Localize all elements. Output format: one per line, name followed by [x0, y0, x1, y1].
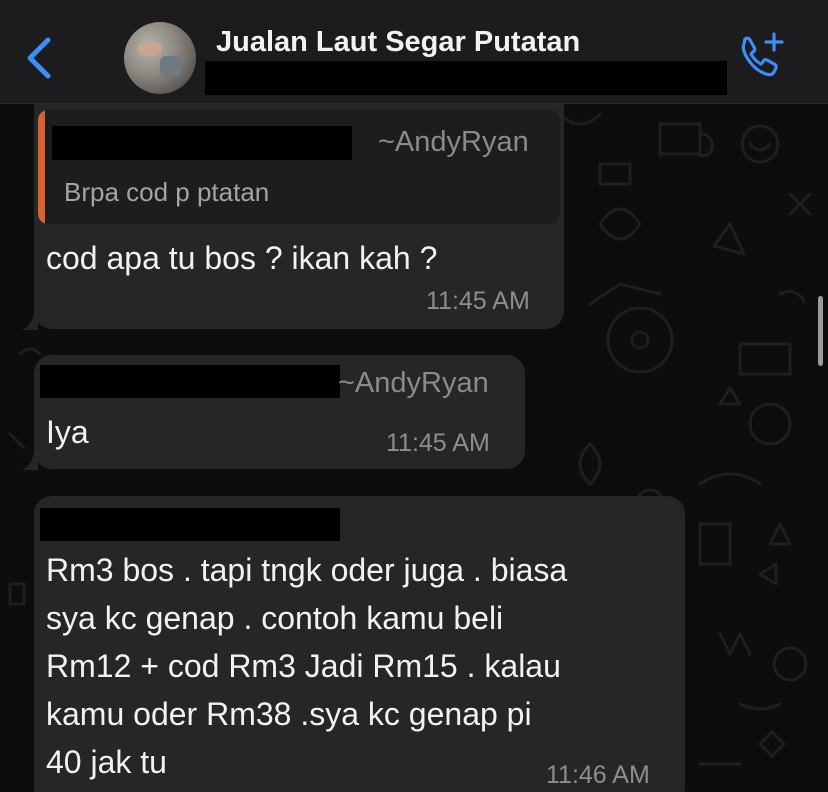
chat-title[interactable]: Jualan Laut Segar Putatan: [216, 26, 580, 59]
message-time: 11:45 AM: [426, 287, 530, 315]
bubble-tail: [22, 452, 38, 470]
message-text: Iya: [46, 414, 89, 450]
message-time: 11:45 AM: [386, 429, 490, 457]
quote-text: Brpa cod p ptatan: [64, 177, 270, 207]
message-text: cod apa tu bos ? ikan kah ?: [46, 240, 438, 276]
quote-author: ~AndyRyan: [378, 126, 529, 158]
message-line: sya kc genap . contoh kamu beli: [46, 600, 504, 636]
message-line: 40 jak tu: [46, 744, 167, 780]
redacted-participants: [205, 61, 727, 95]
message-bubble-2[interactable]: ~AndyRyan Iya 11:45 AM: [34, 355, 525, 469]
message-time: 11:46 AM: [546, 761, 650, 789]
bubble-tail: [22, 312, 38, 330]
back-button[interactable]: [20, 34, 60, 82]
message-author: ~AndyRyan: [338, 367, 489, 399]
add-call-button[interactable]: [736, 30, 786, 82]
redacted-phone: [52, 126, 352, 160]
chat-screen: Jualan Laut Segar Putatan ~AndyRyan Brpa…: [0, 0, 828, 792]
scroll-indicator[interactable]: [818, 296, 823, 366]
message-line: Rm3 bos . tapi tngk oder juga . biasa: [46, 552, 568, 588]
message-line: Rm12 + cod Rm3 Jadi Rm15 . kalau: [46, 648, 561, 684]
message-line: kamu oder Rm38 .sya kc genap pi: [46, 696, 532, 732]
chevron-left-icon: [27, 37, 51, 79]
add-call-icon: [741, 32, 784, 77]
quoted-message[interactable]: ~AndyRyan Brpa cod p ptatan: [38, 110, 560, 224]
message-bubble-1[interactable]: ~AndyRyan Brpa cod p ptatan cod apa tu b…: [34, 96, 564, 329]
group-avatar[interactable]: [124, 22, 196, 94]
quote-bar: [38, 110, 45, 224]
message-bubble-3[interactable]: Rm3 bos . tapi tngk oder juga . biasa sy…: [34, 496, 685, 792]
chat-header: Jualan Laut Segar Putatan: [0, 0, 828, 104]
redacted-phone: [40, 508, 340, 541]
redacted-phone: [40, 365, 340, 398]
